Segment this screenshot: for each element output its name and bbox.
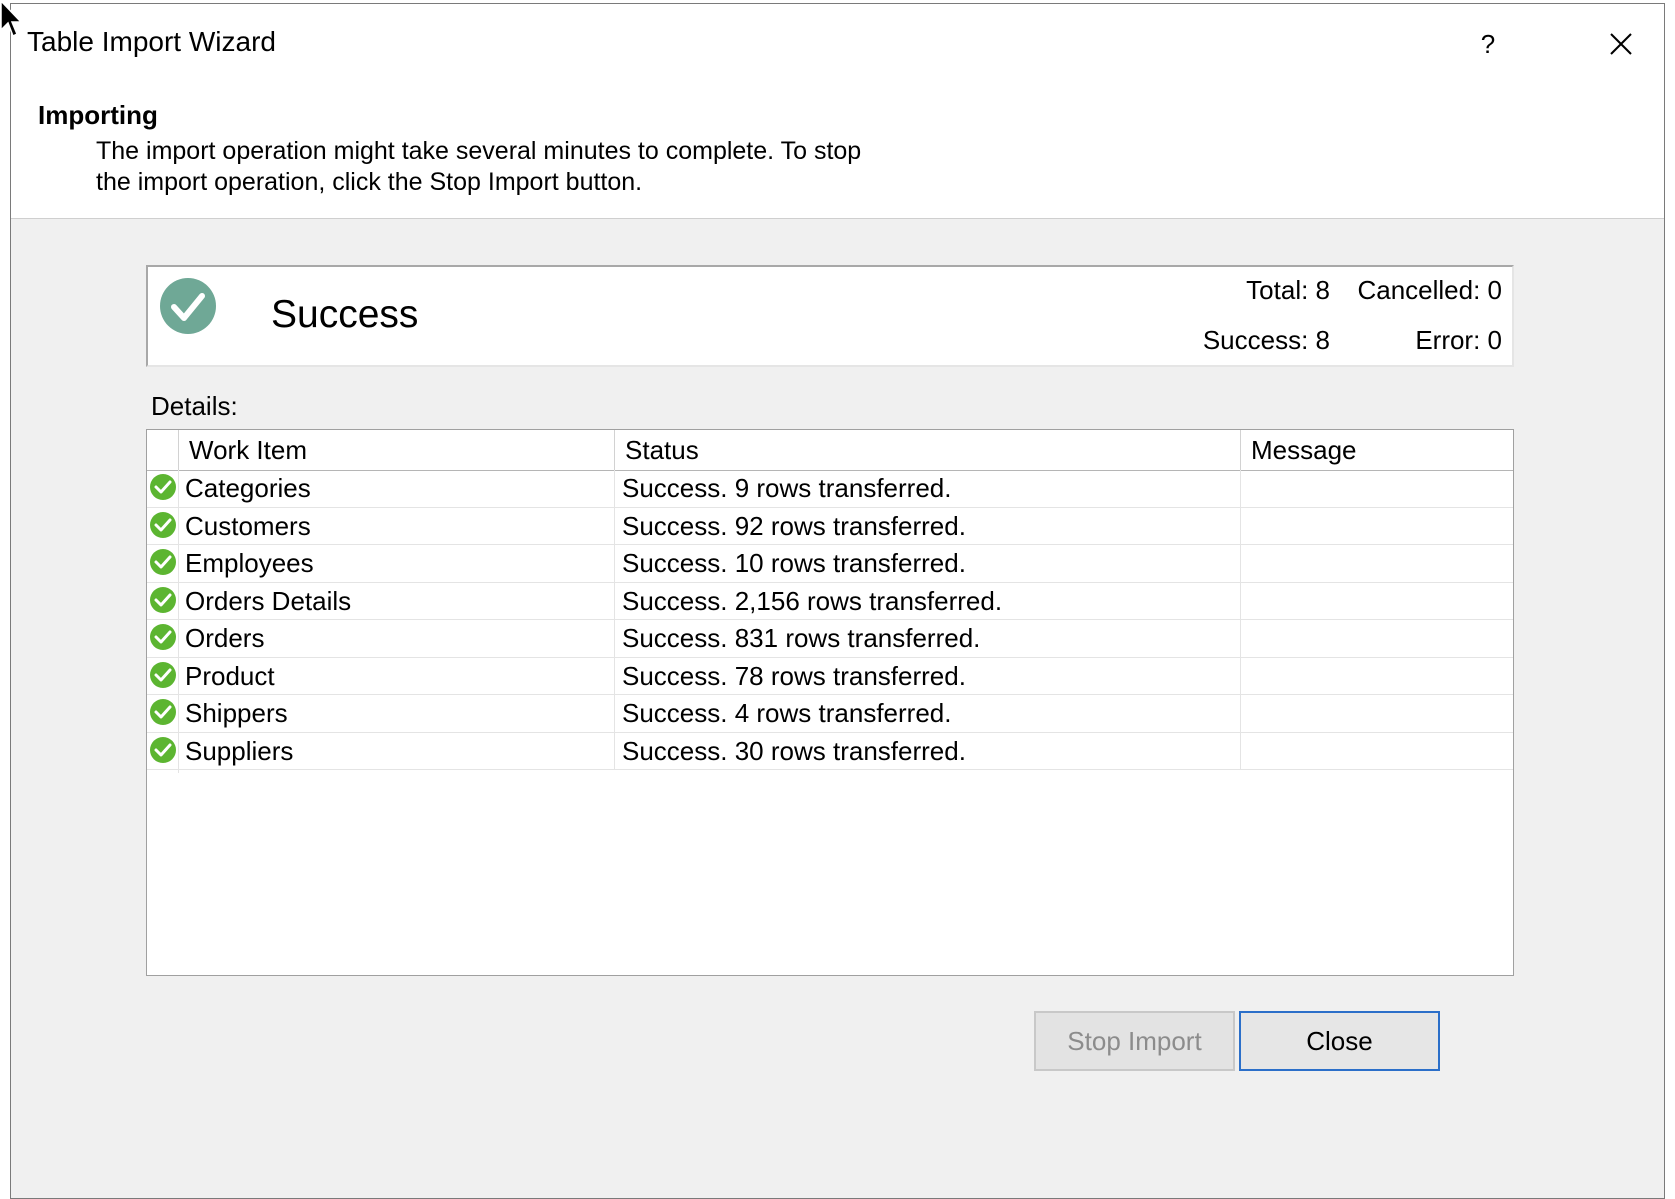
table-row[interactable]: Orders Details Success. 2,156 rows transf… [147, 582, 1513, 623]
status-cell: Success. 831 rows transferred. [615, 620, 1241, 657]
success-check-icon [160, 278, 216, 334]
work-item-cell: Employees [179, 545, 615, 582]
table-row[interactable]: Employees Success. 10 rows transferred. [147, 545, 1513, 585]
message-cell [1241, 545, 1513, 582]
import-summary-panel: Success Total: 8 Cancelled: 0 Success: 8… [146, 265, 1514, 367]
success-check-icon [150, 661, 176, 688]
status-cell: Success. 2,156 rows transferred. [615, 582, 1241, 620]
row-status-cell [147, 582, 179, 623]
message-cell [1241, 695, 1513, 732]
success-check-icon [150, 474, 176, 500]
wizard-header: Importing The import operation might tak… [11, 86, 1664, 219]
message-cell [1241, 583, 1513, 620]
close-icon[interactable] [1599, 22, 1643, 66]
work-item-cell: Customers [179, 507, 615, 545]
total-count: Total: 8 [1246, 275, 1330, 305]
message-cell [1241, 733, 1513, 770]
success-count: Success: 8 [1202, 325, 1330, 355]
work-item-cell: Product [179, 657, 615, 695]
table-import-wizard-dialog: Table Import Wizard ? Importing The impo… [10, 3, 1665, 1199]
row-status-cell [147, 470, 179, 510]
column-header-work-item[interactable]: Work Item [179, 430, 615, 470]
table-row[interactable]: Orders Success. 831 rows transferred. [147, 620, 1513, 660]
success-check-icon [150, 736, 176, 763]
details-label: Details: [151, 391, 238, 421]
error-count: Error: 0 [1415, 325, 1502, 355]
row-status-cell [147, 507, 179, 548]
page-description: The import operation might take several … [96, 137, 862, 196]
work-item-cell: Suppliers [179, 732, 615, 770]
status-cell: Success. 4 rows transferred. [615, 695, 1241, 732]
column-header-status[interactable]: Status [615, 430, 1241, 470]
success-check-icon [150, 624, 176, 650]
status-cell: Success. 78 rows transferred. [615, 657, 1241, 695]
page-title: Importing [38, 100, 158, 130]
message-cell [1241, 620, 1513, 657]
title-bar: Table Import Wizard ? [11, 4, 1664, 86]
icon-column-header [147, 430, 179, 470]
table-header: Work Item Status Message [147, 430, 1513, 471]
stop-import-button[interactable]: Stop Import [1034, 1011, 1235, 1071]
close-button[interactable]: Close [1239, 1011, 1440, 1071]
status-cell: Success. 10 rows transferred. [615, 545, 1241, 582]
row-status-cell [147, 657, 179, 698]
column-header-message[interactable]: Message [1241, 430, 1513, 470]
status-cell: Success. 30 rows transferred. [615, 732, 1241, 770]
work-item-cell: Orders [179, 620, 615, 657]
summary-status: Success [271, 293, 419, 336]
mouse-cursor-icon [0, 0, 22, 38]
row-status-cell [147, 695, 179, 735]
success-check-icon [150, 586, 176, 613]
row-status-cell [147, 732, 179, 773]
details-table[interactable]: Work Item Status Message Categories Succe… [146, 429, 1514, 976]
status-cell: Success. 9 rows transferred. [615, 470, 1241, 507]
row-status-cell [147, 545, 179, 585]
table-row[interactable]: Shippers Success. 4 rows transferred. [147, 695, 1513, 735]
table-row[interactable]: Customers Success. 92 rows transferred. [147, 507, 1513, 548]
cancelled-count: Cancelled: 0 [1357, 275, 1502, 305]
message-cell [1241, 658, 1513, 695]
work-item-cell: Orders Details [179, 582, 615, 620]
help-button[interactable]: ? [1466, 22, 1510, 66]
status-cell: Success. 92 rows transferred. [615, 507, 1241, 545]
table-row[interactable]: Product Success. 78 rows transferred. [147, 657, 1513, 698]
work-item-cell: Shippers [179, 695, 615, 732]
message-cell [1241, 508, 1513, 545]
success-check-icon [150, 699, 176, 725]
success-check-icon [150, 549, 176, 575]
window-title: Table Import Wizard [27, 26, 276, 57]
table-row[interactable]: Suppliers Success. 30 rows transferred. [147, 732, 1513, 773]
success-check-icon [150, 511, 176, 538]
work-item-cell: Categories [179, 470, 615, 507]
row-status-cell [147, 620, 179, 660]
message-cell [1241, 470, 1513, 507]
table-row[interactable]: Categories Success. 9 rows transferred. [147, 470, 1513, 510]
